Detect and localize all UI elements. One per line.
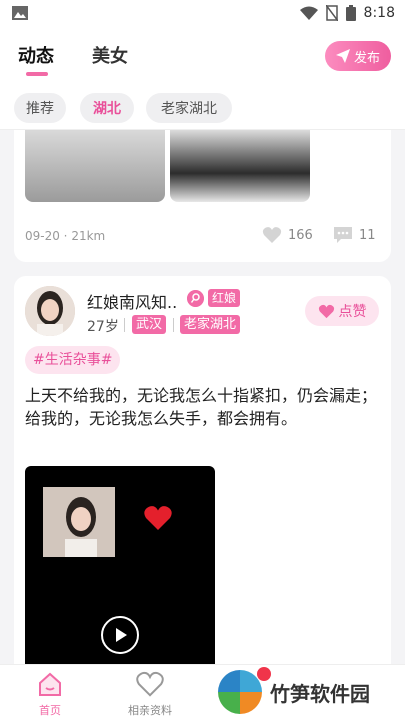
send-icon — [335, 49, 350, 63]
nav-home-label: 首页 — [39, 704, 61, 717]
matchmaker-icon — [187, 290, 204, 307]
image-notification-icon — [12, 6, 28, 20]
nav-home[interactable]: 首页 — [15, 671, 85, 718]
watermark: 竹笋软件园 — [218, 670, 370, 714]
tab-beauty[interactable]: 美女 — [92, 42, 128, 68]
like-button[interactable]: 点赞 — [305, 296, 379, 326]
active-tab-indicator — [26, 72, 48, 76]
heart-outline-icon — [136, 671, 164, 697]
heart-icon — [318, 304, 334, 318]
post-text: 上天不给我的，无论我怎么十指紧扣，仍会漏走；给我的，无论我怎么失手，都会拥有。 — [25, 386, 378, 428]
nav-profile-label: 相亲资料 — [128, 704, 172, 717]
battery-icon — [345, 5, 356, 21]
heart-emoji-icon — [144, 506, 172, 530]
video-thumbnail — [43, 487, 115, 557]
publish-button[interactable]: 发布 — [325, 41, 391, 71]
post-photo[interactable] — [170, 130, 310, 202]
filter-bar: 推荐 湖北 老家湖北 — [0, 84, 405, 130]
clock: 8:18 — [363, 5, 395, 21]
like-count-value: 166 — [288, 227, 313, 243]
comment-icon — [334, 227, 352, 243]
post-meta: 09-20 · 21km — [25, 229, 106, 243]
play-icon — [116, 628, 127, 642]
tab-feed[interactable]: 动态 — [18, 42, 54, 68]
heart-icon — [262, 227, 282, 243]
comment-count-value: 11 — [359, 227, 376, 243]
role-badge: 红娘 — [208, 289, 241, 307]
video-thumbnail-image — [43, 487, 115, 557]
filter-hubei[interactable]: 湖北 — [80, 93, 134, 123]
publish-label: 发布 — [353, 50, 380, 66]
filter-hometown-hubei[interactable]: 老家湖北 — [146, 93, 232, 123]
avatar[interactable] — [25, 286, 75, 336]
status-bar: 8:18 — [0, 0, 405, 28]
comment-count[interactable]: 11 — [333, 226, 376, 244]
like-count[interactable]: 166 — [262, 226, 313, 244]
nav-profile[interactable]: 相亲资料 — [115, 671, 185, 718]
watermark-text: 竹笋软件园 — [270, 681, 370, 706]
play-button[interactable] — [101, 616, 139, 654]
filter-recommend[interactable]: 推荐 — [14, 93, 66, 123]
like-label: 点赞 — [338, 304, 367, 320]
city-tag: 武汉 — [132, 315, 167, 334]
topic-tag[interactable]: #生活杂事# — [25, 346, 121, 374]
user-age: 27岁 — [87, 319, 119, 335]
divider — [173, 318, 174, 332]
post-video[interactable] — [25, 466, 215, 676]
post-card: 09-20 · 21km 166 11 — [14, 130, 391, 262]
watermark-logo — [218, 670, 262, 714]
top-tab-bar: 动态 美女 发布 — [0, 28, 405, 84]
post-card: 红娘南风知.. 红娘 27岁 武汉 老家湖北 点赞 #生活杂事# 上天不给我的，… — [14, 276, 391, 676]
username[interactable]: 红娘南风知.. — [87, 289, 177, 313]
wifi-icon — [299, 6, 318, 20]
avatar-image — [25, 286, 75, 336]
post-photo[interactable] — [25, 130, 165, 202]
no-sim-icon — [325, 5, 338, 21]
home-icon — [39, 672, 61, 696]
hometown-tag: 老家湖北 — [180, 315, 241, 334]
divider — [124, 318, 125, 332]
